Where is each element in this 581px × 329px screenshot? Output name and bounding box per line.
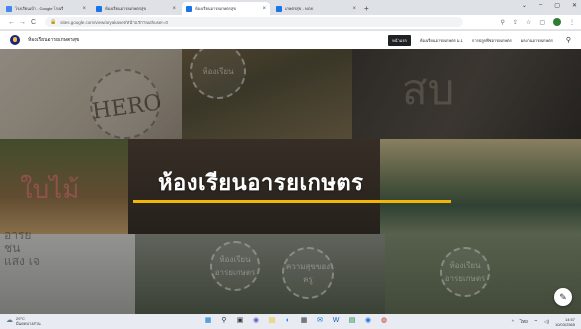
- windows-taskbar-icon[interactable]: ▦: [203, 316, 213, 326]
- browser-menu-icon[interactable]: ⋮: [569, 19, 575, 26]
- tray-overflow-chevron-icon[interactable]: ^: [512, 319, 514, 324]
- language-indicator[interactable]: ไทย: [520, 318, 528, 325]
- weather-widget[interactable]: ☁ 29°C มีแดดบางส่วน: [6, 316, 41, 326]
- weather-desc: มีแดดบางส่วน: [16, 320, 41, 326]
- chrome-taskbar-icon[interactable]: ◉: [363, 316, 373, 326]
- nav-item-classroom-m1[interactable]: ห้องเรียนอารยเกษตร ม.1: [420, 37, 463, 44]
- taskview-taskbar-icon[interactable]: ▣: [235, 316, 245, 326]
- zoom-icon[interactable]: ⚲: [501, 19, 505, 26]
- reload-icon[interactable]: C: [28, 19, 39, 26]
- windows-taskbar: ☁ 29°C มีแดดบางส่วน ▦ ⚲ ▣ ◉ ▤ ◐ ▦ ✉ W ▤ ◉ ◍ ^ ไทย ⌔…: [0, 314, 581, 329]
- sites-favicon-icon: [276, 5, 282, 12]
- nav-item-works[interactable]: ผลงานอารยเกษตร: [521, 37, 553, 44]
- hero-title: ห้องเรียนอารยเกษตร: [158, 171, 364, 196]
- wifi-icon[interactable]: ⌔: [534, 319, 538, 325]
- lock-icon: 🔒: [50, 19, 57, 25]
- edit-pencil-icon[interactable]: ✎: [554, 288, 572, 306]
- tab-label: เกษตรสุข - NGK: [285, 6, 314, 11]
- maximize-icon[interactable]: ▢: [554, 2, 560, 9]
- new-tab-button[interactable]: +: [364, 2, 369, 15]
- system-tray: ^ ไทย ⌔ ◁) 14:57 10/03/2565: [512, 317, 575, 327]
- tab-label: โรงเรียนเบ้า - Google โรงเรี: [15, 6, 64, 11]
- mail-taskbar-icon[interactable]: ✉: [315, 316, 325, 326]
- side-panel-icon[interactable]: ▢: [539, 19, 545, 26]
- sites-favicon-icon: [186, 5, 192, 12]
- sites-favicon-icon: [96, 5, 102, 12]
- bookmark-star-icon[interactable]: ☆: [526, 19, 531, 26]
- clock-date: 10/03/2565: [554, 321, 575, 327]
- tab-search-icon[interactable]: ⌄: [522, 2, 527, 9]
- clock[interactable]: 14:57 10/03/2565: [555, 317, 575, 327]
- site-nav: หน้าแรก ห้องเรียนอารยเกษตร ม.1 การปลูกพื…: [388, 34, 571, 46]
- close-tab-icon[interactable]: ×: [262, 6, 266, 12]
- google-favicon-icon: [6, 5, 12, 12]
- store-taskbar-icon[interactable]: ▦: [299, 316, 309, 326]
- tab-label: ห้องเรียนอารยเกษตรสุข: [195, 6, 237, 11]
- site-header: ห้องเรียนอารยเกษตรสุข หน้าแรก ห้องเรียนอ…: [0, 31, 581, 49]
- nav-item-home[interactable]: หน้าแรก: [388, 34, 411, 46]
- site-title[interactable]: ห้องเรียนอารยเกษตรสุข: [28, 36, 79, 44]
- address-url: sites.google.com/view/aryakaset/หน้าแรก?…: [60, 19, 169, 25]
- share-icon[interactable]: ⇪: [513, 19, 518, 26]
- browser-tab-4[interactable]: เกษตรสุข - NGK ×: [272, 2, 360, 15]
- site-logo-icon[interactable]: [10, 35, 20, 45]
- hero-title-underline: [133, 200, 451, 203]
- browser-tab-3-active[interactable]: ห้องเรียนอารยเกษตรสุข ×: [182, 2, 270, 15]
- nav-item-planting[interactable]: การปลูกพืชอารยเกษตร: [472, 37, 512, 44]
- excel-taskbar-icon[interactable]: ▤: [347, 316, 357, 326]
- browser-tab-2[interactable]: ห้องเรียนอารยเกษตรสุข ×: [92, 2, 180, 15]
- window-controls: ⌄ – ▢ ✕: [522, 2, 577, 9]
- close-tab-icon[interactable]: ×: [352, 6, 356, 12]
- site-search-icon[interactable]: ⚲: [566, 36, 571, 44]
- app-taskbar-icon[interactable]: ◍: [379, 316, 389, 326]
- forward-icon[interactable]: →: [17, 19, 28, 26]
- cloud-sun-icon: ☁: [6, 317, 13, 325]
- taskbar-apps: ▦ ⚲ ▣ ◉ ▤ ◐ ▦ ✉ W ▤ ◉ ◍: [203, 316, 389, 326]
- close-window-icon[interactable]: ✕: [572, 2, 577, 9]
- edge-taskbar-icon[interactable]: ◐: [283, 316, 293, 326]
- browser-tab-1[interactable]: โรงเรียนเบ้า - Google โรงเรี ×: [2, 2, 90, 15]
- profile-avatar[interactable]: [553, 18, 561, 26]
- back-icon[interactable]: ←: [6, 19, 17, 26]
- tab-label: ห้องเรียนอารยเกษตรสุข: [105, 6, 147, 11]
- volume-icon[interactable]: ◁): [544, 319, 549, 325]
- close-tab-icon[interactable]: ×: [82, 6, 86, 12]
- browser-tab-strip: โรงเรียนเบ้า - Google โรงเรี × ห้องเรียน…: [0, 0, 581, 15]
- toolbar-actions: ⚲ ⇪ ☆ ▢ ⋮: [501, 18, 575, 26]
- chat-taskbar-icon[interactable]: ◉: [251, 316, 261, 326]
- address-bar[interactable]: 🔒 sites.google.com/view/aryakaset/หน้าแร…: [45, 17, 463, 27]
- word-taskbar-icon[interactable]: W: [331, 316, 341, 326]
- browser-toolbar: ← → C 🔒 sites.google.com/view/aryakaset/…: [0, 15, 581, 30]
- hero-banner: HERO ใบไม้ สบ อารย ชน แสง เจ ห้องเรียน ห…: [0, 49, 581, 314]
- minimize-icon[interactable]: –: [539, 2, 542, 9]
- close-tab-icon[interactable]: ×: [172, 6, 176, 12]
- search-taskbar-icon[interactable]: ⚲: [219, 316, 229, 326]
- explorer-taskbar-icon[interactable]: ▤: [267, 316, 277, 326]
